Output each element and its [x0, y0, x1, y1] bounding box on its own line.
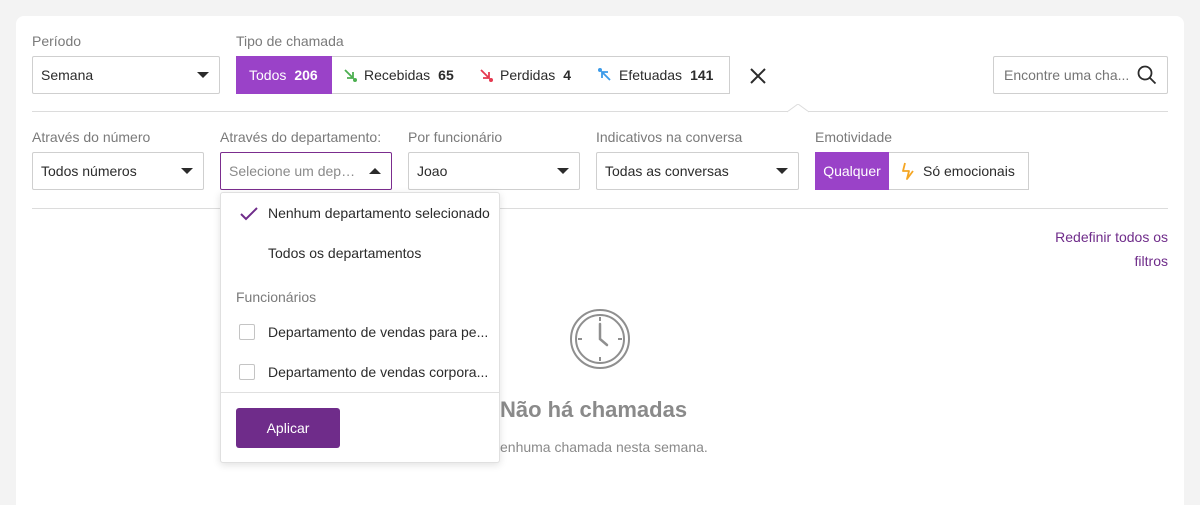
- segment-received[interactable]: Recebidas 65: [332, 56, 469, 94]
- chevron-down-icon: [776, 168, 788, 174]
- call-type-label: Tipo de chamada: [236, 33, 344, 49]
- department-checkbox[interactable]: [239, 324, 255, 340]
- period-select[interactable]: Semana: [32, 56, 220, 94]
- dropdown-divider: [221, 392, 499, 393]
- search-box[interactable]: [993, 56, 1168, 94]
- chevron-down-icon: [197, 72, 209, 78]
- indicators-filter-label: Indicativos na conversa: [596, 129, 743, 145]
- department-group-label: Funcionários: [236, 289, 317, 305]
- arrow-received-icon: [344, 69, 357, 82]
- department-filter-label: Através do departamento:: [220, 129, 382, 145]
- reset-filters-link[interactable]: Redefinir todos os filtros: [988, 225, 1168, 273]
- department-item-label[interactable]: Departamento de vendas para pe...: [268, 324, 488, 340]
- department-checkbox[interactable]: [239, 364, 255, 380]
- chevron-down-icon: [557, 168, 569, 174]
- check-icon: [240, 207, 258, 221]
- chevron-down-icon: [181, 168, 193, 174]
- lightning-icon: [902, 162, 914, 180]
- indicators-select[interactable]: Todas as conversas: [596, 152, 799, 190]
- segment-all-label: Todos: [249, 67, 287, 83]
- emotivity-filter-label: Emotividade: [815, 129, 893, 145]
- employee-value: Joao: [417, 163, 448, 179]
- segment-all[interactable]: Todos 206: [236, 56, 332, 94]
- arrow-outgoing-icon: [598, 68, 611, 81]
- number-value: Todos números: [41, 163, 137, 179]
- search-icon[interactable]: [1137, 65, 1157, 85]
- divider: [32, 111, 1168, 112]
- reset-filters-line2: filtros: [1134, 253, 1168, 269]
- emotivity-emotional-label: Só emocionais: [923, 163, 1015, 179]
- close-icon[interactable]: [749, 67, 767, 85]
- number-select[interactable]: Todos números: [32, 152, 204, 190]
- department-placeholder: Selecione um depart...: [229, 163, 361, 179]
- clock-icon: [570, 309, 630, 369]
- segment-all-count: 206: [294, 67, 318, 83]
- arrow-missed-icon: [480, 69, 493, 82]
- divider-notch: [787, 104, 809, 113]
- filters-card: Período Semana Tipo de chamada Todos 206…: [16, 16, 1184, 505]
- segment-outgoing-count: 141: [690, 67, 714, 83]
- employee-filter-label: Por funcionário: [408, 129, 503, 145]
- chevron-up-icon: [369, 168, 381, 174]
- segment-outgoing-label: Efetuadas: [619, 67, 683, 83]
- reset-filters-line1: Redefinir todos os: [1055, 229, 1168, 245]
- period-label: Período: [32, 33, 82, 49]
- search-input[interactable]: [1002, 66, 1137, 84]
- segment-missed[interactable]: Perdidas 4: [468, 56, 588, 94]
- segment-missed-count: 4: [563, 67, 572, 83]
- emotivity-any-label: Qualquer: [823, 163, 881, 179]
- department-item-label[interactable]: Departamento de vendas corpora...: [268, 364, 488, 380]
- empty-state-subtitle: enhuma chamada nesta semana.: [500, 439, 708, 455]
- empty-state-title: Não há chamadas: [500, 397, 688, 422]
- period-value: Semana: [41, 67, 94, 83]
- apply-button[interactable]: Aplicar: [236, 408, 340, 448]
- department-dropdown: Nenhum departamento selecionado Todos os…: [220, 192, 500, 463]
- department-option-none[interactable]: Nenhum departamento selecionado: [268, 205, 490, 221]
- department-select[interactable]: Selecione um depart...: [220, 152, 392, 190]
- emotivity-any[interactable]: Qualquer: [815, 152, 889, 190]
- segment-missed-label: Perdidas: [500, 67, 556, 83]
- segment-received-label: Recebidas: [364, 67, 431, 83]
- segment-outgoing[interactable]: Efetuadas 141: [587, 56, 730, 94]
- employee-select[interactable]: Joao: [408, 152, 580, 190]
- indicators-value: Todas as conversas: [605, 163, 729, 179]
- number-filter-label: Através do número: [32, 129, 151, 145]
- department-option-all[interactable]: Todos os departamentos: [268, 245, 421, 261]
- divider: [32, 208, 1168, 209]
- segment-received-count: 65: [438, 67, 454, 83]
- emotivity-emotional[interactable]: Só emocionais: [889, 152, 1029, 190]
